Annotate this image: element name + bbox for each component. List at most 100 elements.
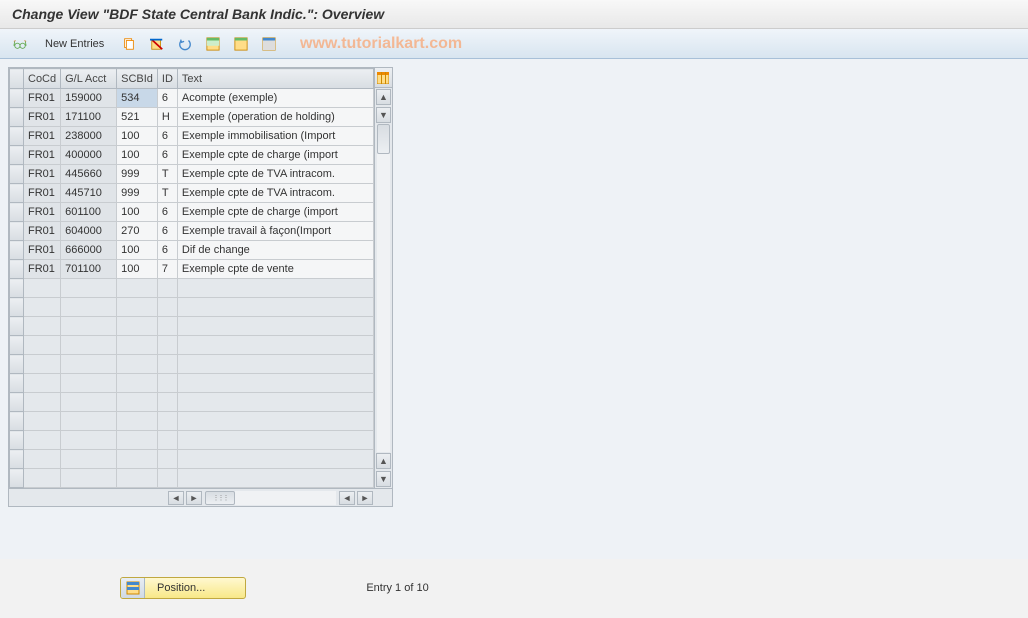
cell-scbid[interactable]: 270	[117, 222, 158, 241]
cell-glacct[interactable]: 238000	[61, 127, 117, 146]
scroll-track[interactable]	[377, 124, 390, 452]
cell-glacct[interactable]: 666000	[61, 241, 117, 260]
cell-scbid[interactable]: 100	[117, 260, 158, 279]
cell-scbid[interactable]: 100	[117, 241, 158, 260]
row-selector[interactable]	[10, 108, 24, 127]
cell-text[interactable]: Dif de change	[177, 241, 373, 260]
row-selector[interactable]	[10, 279, 24, 298]
delete-button[interactable]	[145, 34, 169, 54]
scroll-down-button-bottom[interactable]: ▼	[376, 471, 391, 487]
cell-glacct[interactable]: 400000	[61, 146, 117, 165]
scroll-down-button[interactable]: ▼	[376, 107, 391, 123]
cell-scbid[interactable]: 999	[117, 184, 158, 203]
cell-scbid[interactable]: 100	[117, 127, 158, 146]
column-header-glacct[interactable]: G/L Acct	[61, 69, 117, 89]
row-selector[interactable]	[10, 222, 24, 241]
cell-text[interactable]: Exemple cpte de charge (import	[177, 146, 373, 165]
row-selector[interactable]	[10, 127, 24, 146]
column-header-scbid[interactable]: SCBId	[117, 69, 158, 89]
cell-cocd[interactable]: FR01	[24, 260, 61, 279]
row-selector[interactable]	[10, 165, 24, 184]
cell-scbid[interactable]: 521	[117, 108, 158, 127]
cell-id[interactable]: 6	[157, 203, 177, 222]
cell-text[interactable]: Acompte (exemple)	[177, 89, 373, 108]
cell-id[interactable]: H	[157, 108, 177, 127]
cell-scbid[interactable]: 534	[117, 89, 158, 108]
row-selector[interactable]	[10, 241, 24, 260]
cell-id[interactable]: T	[157, 165, 177, 184]
cell-id[interactable]: 6	[157, 89, 177, 108]
cell-cocd[interactable]: FR01	[24, 241, 61, 260]
cell-id[interactable]: 6	[157, 222, 177, 241]
cell-text[interactable]: Exemple cpte de TVA intracom.	[177, 184, 373, 203]
h-scroll-thumb[interactable]: ⋮⋮⋮	[205, 491, 235, 505]
cell-glacct[interactable]: 171100	[61, 108, 117, 127]
table-config-button[interactable]	[375, 68, 392, 88]
row-selector[interactable]	[10, 355, 24, 374]
row-selector[interactable]	[10, 317, 24, 336]
row-selector[interactable]	[10, 89, 24, 108]
scroll-up-button-bottom[interactable]: ▲	[376, 453, 391, 469]
row-selector[interactable]	[10, 336, 24, 355]
row-selector[interactable]	[10, 203, 24, 222]
row-selector[interactable]	[10, 374, 24, 393]
cell-scbid[interactable]: 999	[117, 165, 158, 184]
h-scroll-left-button[interactable]: ◄	[168, 491, 184, 505]
row-selector[interactable]	[10, 450, 24, 469]
undo-button[interactable]	[173, 34, 197, 54]
cell-cocd[interactable]: FR01	[24, 184, 61, 203]
row-selector[interactable]	[10, 412, 24, 431]
row-selector[interactable]	[10, 260, 24, 279]
row-select-header[interactable]	[10, 69, 24, 89]
cell-text[interactable]: Exemple cpte de vente	[177, 260, 373, 279]
cell-cocd[interactable]: FR01	[24, 127, 61, 146]
cell-id[interactable]: 6	[157, 146, 177, 165]
h-scroll-track[interactable]: ⋮⋮⋮	[205, 491, 336, 505]
cell-glacct[interactable]: 604000	[61, 222, 117, 241]
column-header-text[interactable]: Text	[177, 69, 373, 89]
cell-text[interactable]: Exemple cpte de TVA intracom.	[177, 165, 373, 184]
cell-cocd[interactable]: FR01	[24, 146, 61, 165]
h-scroll-right-button[interactable]: ►	[186, 491, 202, 505]
row-selector[interactable]	[10, 298, 24, 317]
cell-id[interactable]: 6	[157, 241, 177, 260]
table-row: FR012380001006Exemple immobilisation (Im…	[10, 127, 374, 146]
cell-cocd[interactable]: FR01	[24, 203, 61, 222]
cell-text[interactable]: Exemple (operation de holding)	[177, 108, 373, 127]
cell-scbid[interactable]: 100	[117, 146, 158, 165]
cell-cocd[interactable]: FR01	[24, 165, 61, 184]
cell-glacct[interactable]: 445660	[61, 165, 117, 184]
cell-scbid[interactable]: 100	[117, 203, 158, 222]
select-all-button[interactable]	[201, 34, 225, 54]
deselect-all-button[interactable]	[257, 34, 281, 54]
cell-cocd[interactable]: FR01	[24, 222, 61, 241]
copy-button[interactable]	[117, 34, 141, 54]
cell-cocd[interactable]: FR01	[24, 108, 61, 127]
cell-glacct[interactable]: 445710	[61, 184, 117, 203]
row-selector[interactable]	[10, 184, 24, 203]
new-entries-button[interactable]: New Entries	[36, 34, 113, 54]
cell-glacct[interactable]: 601100	[61, 203, 117, 222]
row-selector[interactable]	[10, 431, 24, 450]
position-button[interactable]: Position...	[120, 577, 246, 599]
cell-glacct[interactable]: 159000	[61, 89, 117, 108]
cell-cocd[interactable]: FR01	[24, 89, 61, 108]
column-header-cocd[interactable]: CoCd	[24, 69, 61, 89]
h-scroll-right-button-2[interactable]: ►	[357, 491, 373, 505]
display-toggle-button[interactable]	[8, 34, 32, 54]
cell-text[interactable]: Exemple travail à façon(Import	[177, 222, 373, 241]
row-selector[interactable]	[10, 469, 24, 488]
select-block-button[interactable]	[229, 34, 253, 54]
scroll-up-button[interactable]: ▲	[376, 89, 391, 105]
cell-glacct[interactable]: 701100	[61, 260, 117, 279]
cell-id[interactable]: T	[157, 184, 177, 203]
row-selector[interactable]	[10, 146, 24, 165]
column-header-id[interactable]: ID	[157, 69, 177, 89]
scroll-thumb[interactable]	[377, 124, 390, 154]
cell-text[interactable]: Exemple cpte de charge (import	[177, 203, 373, 222]
cell-id[interactable]: 7	[157, 260, 177, 279]
cell-text[interactable]: Exemple immobilisation (Import	[177, 127, 373, 146]
h-scroll-left-button-2[interactable]: ◄	[339, 491, 355, 505]
cell-id[interactable]: 6	[157, 127, 177, 146]
row-selector[interactable]	[10, 393, 24, 412]
